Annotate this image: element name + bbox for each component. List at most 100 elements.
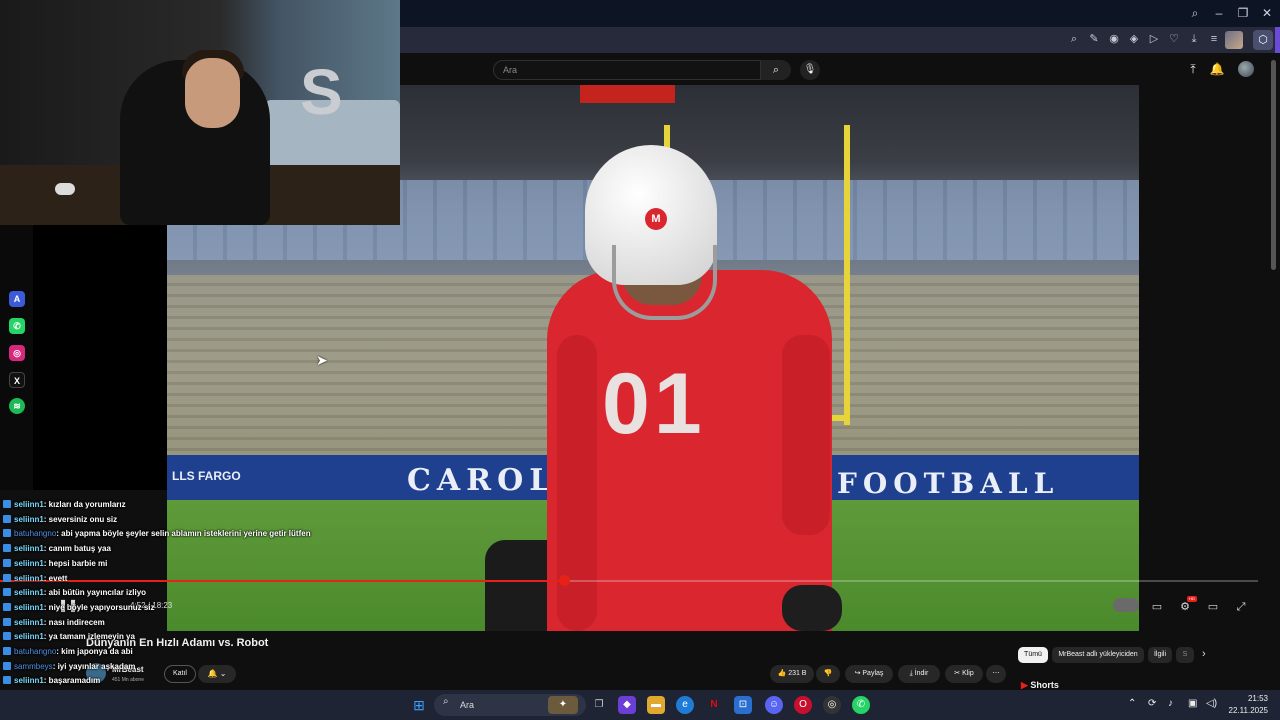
sync-icon[interactable]: ⟳ — [1148, 698, 1156, 709]
close-icon[interactable]: ✕ — [1258, 5, 1276, 21]
chat-username[interactable]: seliinn1 — [14, 574, 44, 583]
more-actions-button[interactable]: ⋯ — [986, 665, 1006, 683]
settings-icon[interactable]: ⚙ — [1178, 600, 1192, 614]
chat-username[interactable]: batuhangno — [14, 529, 56, 538]
progress-scrubber[interactable] — [558, 575, 570, 586]
file-explorer-icon[interactable]: ▬ — [647, 696, 665, 714]
shield-icon[interactable]: ◈ — [1127, 32, 1141, 46]
volume-icon[interactable]: ◁) — [1206, 698, 1217, 709]
like-count: 231 B — [788, 670, 807, 677]
download-button[interactable]: ⤓ İndir — [898, 665, 940, 683]
account-avatar[interactable] — [1238, 61, 1254, 77]
microphone-icon[interactable]: ♪ — [1168, 698, 1173, 709]
chat-text: : iyi yayınlar aşkadam — [52, 661, 136, 671]
zoom-icon[interactable]: ⌕ — [1067, 32, 1081, 46]
search-icon[interactable]: ⌕ — [1186, 5, 1204, 21]
download-icon[interactable]: ⤓ — [1187, 32, 1201, 46]
like-button[interactable]: 👍 231 B — [770, 665, 814, 683]
edit-icon[interactable]: ✎ — [1087, 32, 1101, 46]
chat-badge-icon — [3, 500, 11, 508]
chip-more[interactable]: S — [1176, 647, 1194, 663]
chevron-right-icon[interactable]: › — [1202, 648, 1206, 660]
chat-username[interactable]: batuhangno — [14, 647, 56, 656]
chat-badge-icon — [3, 661, 11, 670]
notifications-icon[interactable]: 🔔 — [1209, 61, 1225, 77]
tray-chevron-icon[interactable]: ⌃ — [1128, 698, 1136, 709]
chat-message: seliinn1: başaramadım — [0, 674, 100, 688]
more-icon: ⋯ — [992, 670, 1000, 677]
task-view-icon[interactable]: ❐ — [590, 696, 608, 714]
spotify-icon[interactable]: ≋ — [9, 398, 25, 414]
search-input[interactable]: Ara — [493, 60, 761, 80]
clip-button[interactable]: ✂ Klip — [945, 665, 983, 683]
instagram-icon[interactable]: ◎ — [9, 345, 25, 361]
clock[interactable]: 21:53 22.11.2025 — [1228, 693, 1268, 717]
chip-uploader[interactable]: MrBeast adlı yükleyiciden — [1052, 647, 1144, 663]
progress-played — [0, 580, 564, 582]
edge-icon[interactable]: e — [676, 696, 694, 714]
whatsapp-icon[interactable]: ✆ — [9, 318, 25, 334]
chat-badge-icon — [3, 647, 11, 655]
page-scrollbar[interactable] — [1271, 60, 1276, 270]
minimize-icon[interactable]: – — [1210, 5, 1228, 21]
chat-message: seliinn1: ya tamam izlemeyin ya — [0, 630, 135, 644]
join-button[interactable]: Katıl — [164, 665, 196, 683]
download-label: İndir — [914, 670, 929, 677]
clock-date: 22.11.2025 — [1228, 706, 1268, 715]
store-icon[interactable]: ⊡ — [734, 696, 752, 714]
profile-avatar[interactable] — [1225, 31, 1243, 49]
chat-badge-icon — [3, 573, 11, 582]
widgets-icon[interactable]: ✦ — [548, 696, 578, 714]
chat-message: batuhangno: abi yapma böyle şeyler selin… — [0, 527, 311, 541]
menu-icon[interactable]: ≡ — [1207, 32, 1221, 46]
chat-username[interactable]: seliinn1 — [14, 618, 44, 627]
opera-icon[interactable]: O — [794, 696, 812, 714]
copilot-icon[interactable]: ◆ — [618, 696, 636, 714]
chat-username[interactable]: seliinn1 — [14, 500, 44, 509]
app-icon[interactable]: A — [9, 291, 25, 307]
goal-post — [844, 125, 850, 425]
chat-username[interactable]: sammbeys — [14, 662, 53, 671]
shorts-icon: ▶ — [1021, 680, 1031, 690]
chip-all[interactable]: Tümü — [1018, 647, 1048, 663]
jersey-sleeve — [782, 335, 830, 535]
chat-username[interactable]: seliinn1 — [14, 559, 44, 568]
chip-related[interactable]: İlgili — [1148, 647, 1172, 663]
netflix-icon[interactable]: N — [705, 696, 723, 714]
dislike-button[interactable]: 👎 — [816, 665, 840, 683]
extension-icon[interactable]: ⬡ — [1253, 30, 1273, 50]
chat-message: batuhangno: kim japonya da abi — [0, 645, 133, 659]
chrome-icon[interactable]: ◎ — [823, 696, 841, 714]
chat-badge-icon — [3, 529, 11, 538]
voice-search-button[interactable]: 🎙 — [800, 60, 820, 80]
camera-icon[interactable]: ◉ — [1107, 32, 1121, 46]
upload-icon[interactable]: ⤒ — [1185, 61, 1201, 77]
fullscreen-icon[interactable]: ⤢ — [1234, 600, 1248, 614]
play-icon[interactable]: ▷ — [1147, 32, 1161, 46]
chat-username[interactable]: seliinn1 — [14, 588, 44, 597]
autoplay-toggle[interactable] — [1113, 598, 1139, 612]
chat-message: seliinn1: niye böyle yapıyorsunuz siz — [0, 601, 155, 615]
x-icon[interactable]: X — [9, 372, 25, 388]
heart-icon[interactable]: ♡ — [1167, 32, 1181, 46]
windows-start-icon[interactable]: ⊞ — [410, 696, 428, 714]
chat-message: seliinn1: abi bütün yayıncılar izliyo — [0, 586, 146, 600]
display-icon[interactable]: ▣ — [1188, 698, 1197, 709]
theater-mode-icon[interactable]: ▭ — [1206, 600, 1220, 614]
search-button[interactable]: ⌕ — [761, 60, 791, 80]
subtitles-icon[interactable]: ▭ — [1150, 600, 1164, 614]
share-button[interactable]: ↪ Paylaş — [845, 665, 893, 683]
microphone-icon: 🎙 — [803, 64, 817, 75]
youtube-header: Ara ⌕ 🎙 ⤒ 🔔 — [400, 53, 1280, 85]
chat-username[interactable]: seliinn1 — [14, 544, 44, 553]
whatsapp-icon[interactable]: ✆ — [852, 696, 870, 714]
chat-badge-icon — [3, 588, 11, 597]
restore-icon[interactable]: ❐ — [1234, 5, 1252, 21]
chat-username[interactable]: seliinn1 — [14, 603, 44, 612]
chat-username[interactable]: seliinn1 — [14, 676, 44, 685]
subscribe-bell-button[interactable]: 🔔 ⌄ — [198, 665, 236, 683]
discord-icon[interactable]: ☺ — [765, 696, 783, 714]
chat-badge-icon — [3, 558, 11, 567]
chat-username[interactable]: seliinn1 — [14, 515, 44, 524]
chat-username[interactable]: seliinn1 — [14, 632, 44, 641]
